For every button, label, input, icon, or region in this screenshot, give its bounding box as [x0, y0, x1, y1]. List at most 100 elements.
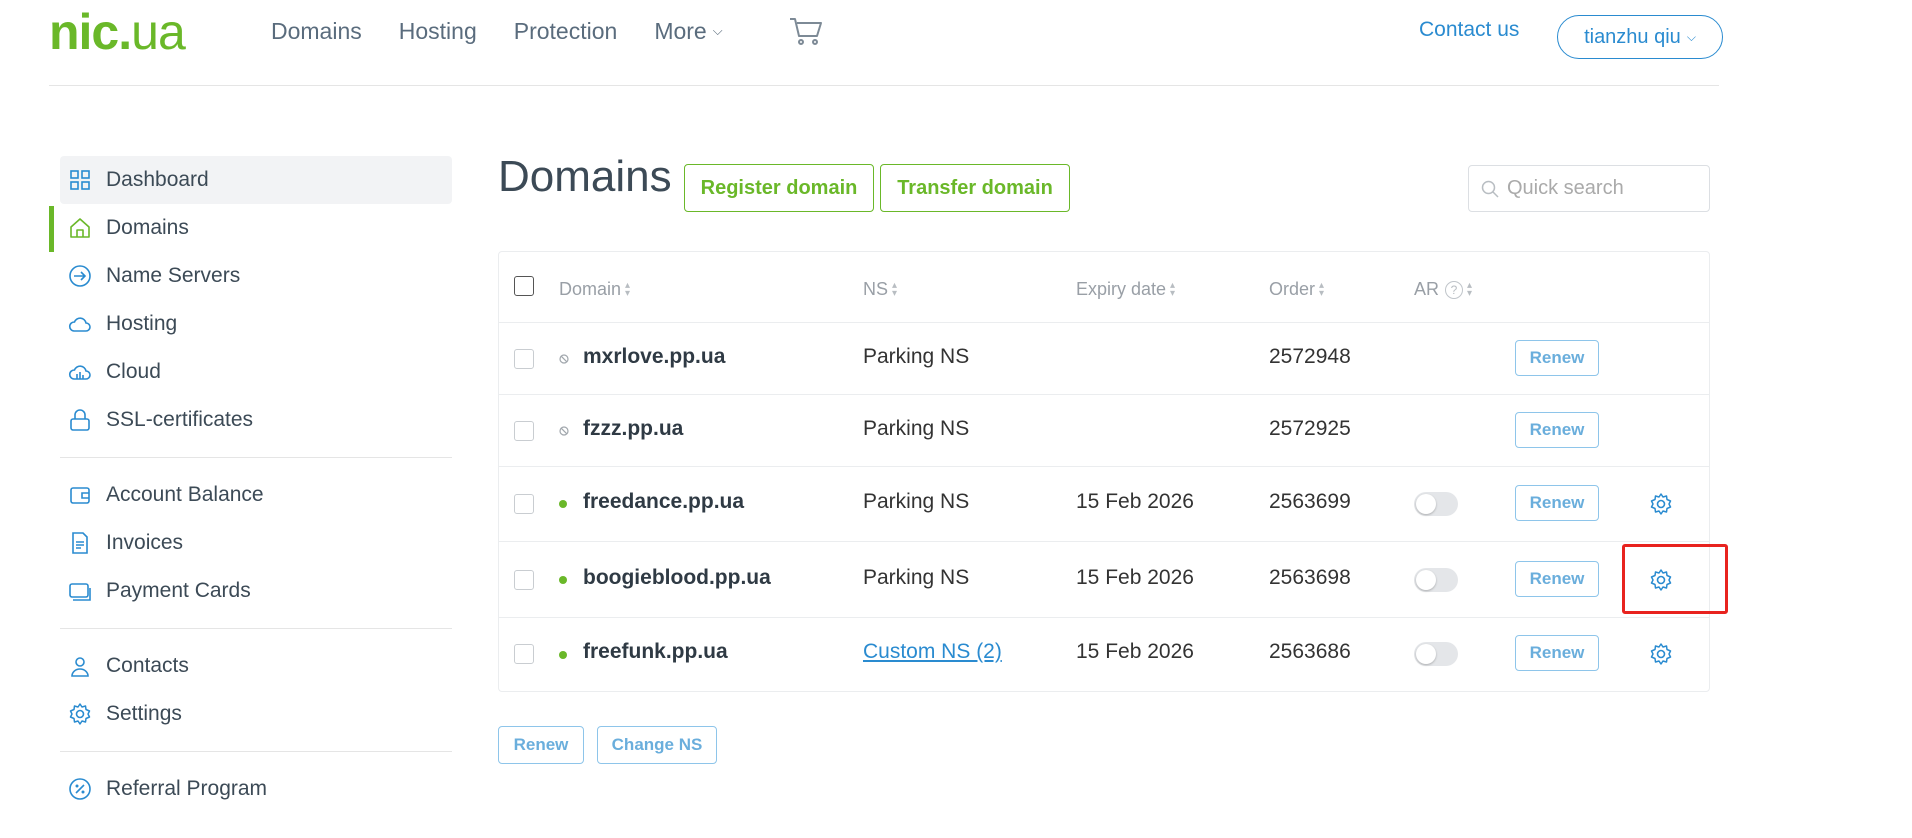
logo[interactable]: nic.ua — [49, 4, 186, 60]
order-number: 2572925 — [1269, 417, 1351, 440]
transfer-domain-button[interactable]: Transfer domain — [880, 164, 1070, 212]
lock-icon — [70, 409, 90, 431]
column-header-domain[interactable]: Domain ▴ ▾ — [559, 279, 630, 300]
nav-hosting[interactable]: Hosting — [399, 16, 477, 46]
sidebar-item-cloud[interactable]: Cloud — [60, 348, 452, 396]
highlight-box — [1622, 544, 1728, 614]
home-icon — [70, 218, 90, 238]
table-header: Domain ▴ ▾ NS ▴ ▾ Expiry date ▴ ▾ Order ▴ ▾ AR? ▴… — [499, 252, 1709, 323]
change-ns-button[interactable]: Change NS — [597, 726, 717, 764]
domain-name[interactable]: boogieblood.pp.ua — [583, 566, 771, 590]
sort-icon: ▴ ▾ — [1319, 279, 1325, 299]
chevron-down-icon: ⌵ — [1686, 29, 1696, 44]
user-menu-button[interactable]: tianzhu qiu ⌵ — [1557, 15, 1723, 59]
sidebar-item-referral[interactable]: Referral Program — [60, 765, 452, 813]
sidebar-item-contacts[interactable]: Contacts — [60, 642, 452, 690]
domains-table: Domain ▴ ▾ NS ▴ ▾ Expiry date ▴ ▾ Order ▴ ▾ AR? ▴… — [498, 251, 1710, 692]
column-header-order[interactable]: Order ▴ ▾ — [1269, 279, 1324, 300]
sidebar-item-domains[interactable]: Domains — [49, 204, 452, 252]
sidebar-item-dashboard[interactable]: Dashboard — [60, 156, 452, 204]
row-checkbox[interactable] — [514, 421, 534, 441]
domain-name[interactable]: freedance.pp.ua — [583, 490, 744, 514]
register-domain-button[interactable]: Register domain — [684, 164, 874, 212]
cart-icon[interactable] — [789, 16, 823, 46]
cloud-icon — [68, 317, 91, 332]
sidebar-divider — [60, 751, 452, 752]
contact-us-link[interactable]: Contact us — [1419, 18, 1519, 42]
active-status-dot — [559, 576, 567, 584]
order-number: 2563699 — [1269, 490, 1351, 513]
custom-ns-link[interactable]: Custom NS (2) — [863, 640, 1002, 664]
ns-value: Parking NS — [863, 345, 970, 368]
sort-icon: ▴ ▾ — [1467, 279, 1473, 299]
active-status-dot — [559, 651, 567, 659]
top-header: nic.ua Domains Hosting Protection More ⌵ … — [49, 0, 1723, 86]
sidebar-item-invoices[interactable]: Invoices — [60, 519, 452, 567]
domain-name[interactable]: fzzz.pp.ua — [583, 417, 683, 441]
domain-name[interactable]: freefunk.pp.ua — [583, 640, 728, 664]
quick-search — [1468, 165, 1710, 212]
active-status-dot — [559, 500, 567, 508]
user-icon — [71, 657, 89, 677]
gear-icon[interactable] — [1649, 492, 1673, 516]
help-icon[interactable]: ? — [1445, 280, 1464, 299]
row-checkbox[interactable] — [514, 570, 534, 590]
nav-protection[interactable]: Protection — [514, 16, 618, 46]
cloud-server-icon — [68, 365, 91, 380]
renew-button[interactable]: Renew — [1515, 412, 1599, 448]
table-row: fzzz.pp.ua Parking NS 2572925 Renew — [499, 395, 1709, 467]
order-number: 2572948 — [1269, 345, 1351, 368]
sidebar-item-account-balance[interactable]: Account Balance — [60, 471, 452, 519]
nav-domains[interactable]: Domains — [271, 16, 362, 46]
bulk-renew-button[interactable]: Renew — [498, 726, 584, 764]
blocked-status-icon — [559, 426, 569, 436]
row-checkbox[interactable] — [514, 349, 534, 369]
sidebar-divider — [60, 457, 452, 458]
sort-icon: ▴ ▾ — [625, 279, 631, 299]
gear-icon — [69, 703, 91, 725]
table-row: mxrlove.pp.ua Parking NS 2572948 Renew — [499, 323, 1709, 395]
renew-button[interactable]: Renew — [1515, 340, 1599, 376]
nav-more[interactable]: More ⌵ — [654, 16, 722, 46]
main-nav: Domains Hosting Protection More ⌵ — [271, 16, 760, 46]
ns-value: Parking NS — [863, 566, 970, 589]
sidebar-item-name-servers[interactable]: Name Servers — [60, 252, 452, 300]
sidebar-item-payment-cards[interactable]: Payment Cards — [60, 567, 452, 615]
sidebar: Dashboard Domains Name Servers Hosting C… — [49, 156, 452, 813]
sort-icon: ▴ ▾ — [1170, 279, 1176, 299]
sidebar-item-hosting[interactable]: Hosting — [60, 300, 452, 348]
card-icon — [69, 583, 91, 601]
chevron-down-icon: ⌵ — [712, 23, 723, 38]
sidebar-item-ssl[interactable]: SSL-certificates — [60, 396, 452, 444]
auto-renew-toggle[interactable] — [1414, 492, 1458, 516]
expiry-date: 15 Feb 2026 — [1076, 566, 1194, 589]
renew-button[interactable]: Renew — [1515, 635, 1599, 671]
sidebar-item-settings[interactable]: Settings — [60, 690, 452, 738]
sort-icon: ▴ ▾ — [892, 279, 898, 299]
search-input[interactable] — [1507, 177, 1697, 200]
column-header-ar[interactable]: AR? ▴ ▾ — [1414, 279, 1472, 300]
select-all-checkbox[interactable] — [514, 276, 534, 296]
percent-icon — [69, 778, 91, 800]
renew-button[interactable]: Renew — [1515, 485, 1599, 521]
order-number: 2563686 — [1269, 640, 1351, 663]
renew-button[interactable]: Renew — [1515, 561, 1599, 597]
arrow-circle-icon — [69, 265, 91, 287]
expiry-date: 15 Feb 2026 — [1076, 490, 1194, 513]
auto-renew-toggle[interactable] — [1414, 568, 1458, 592]
column-header-ns[interactable]: NS ▴ ▾ — [863, 279, 897, 300]
gear-icon[interactable] — [1649, 642, 1673, 666]
expiry-date: 15 Feb 2026 — [1076, 640, 1194, 663]
column-header-expiry[interactable]: Expiry date ▴ ▾ — [1076, 279, 1175, 300]
sidebar-divider — [60, 628, 452, 629]
invoice-icon — [72, 532, 88, 554]
dashboard-icon — [70, 170, 90, 190]
row-checkbox[interactable] — [514, 494, 534, 514]
wallet-icon — [70, 487, 90, 504]
domain-name[interactable]: mxrlove.pp.ua — [583, 345, 725, 369]
auto-renew-toggle[interactable] — [1414, 642, 1458, 666]
table-row: freefunk.pp.ua Custom NS (2) 15 Feb 2026… — [499, 618, 1709, 692]
search-icon — [1481, 180, 1499, 198]
row-checkbox[interactable] — [514, 644, 534, 664]
blocked-status-icon — [559, 354, 569, 364]
